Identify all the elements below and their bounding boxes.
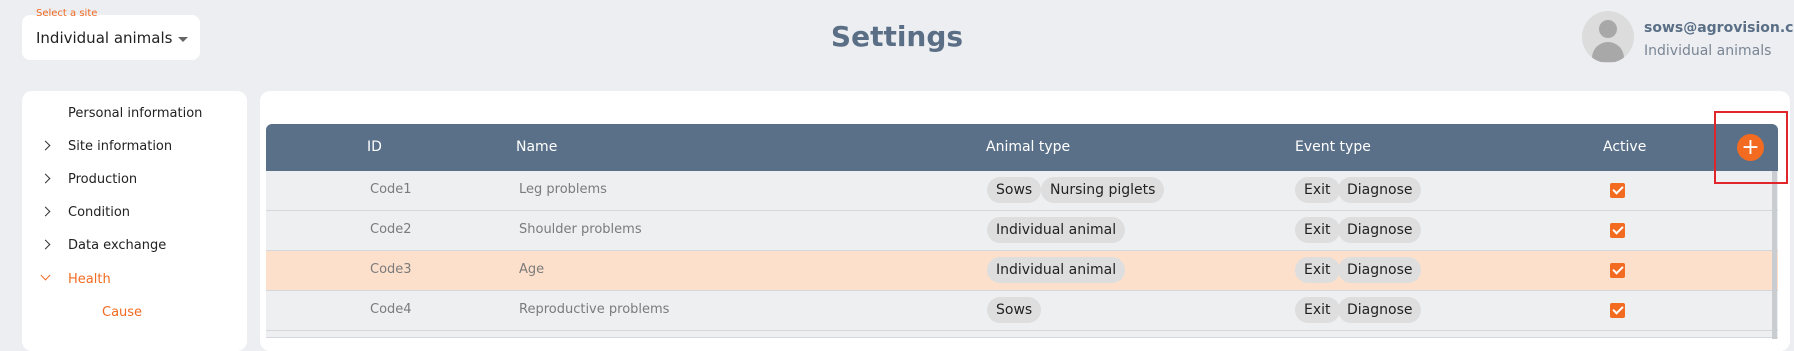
sidebar: Personal information Site information Pr…	[22, 91, 247, 351]
site-select-label: Select a site	[36, 8, 98, 19]
sidebar-subitem-cause[interactable]: Cause	[102, 305, 142, 320]
sidebar-item-label: Personal information	[68, 106, 203, 121]
causes-table: ID Name Animal type Event type Active Co…	[266, 124, 1778, 338]
event-type-chip: Exit	[1295, 297, 1340, 323]
sidebar-item-condition[interactable]: Condition	[22, 202, 247, 226]
user-icon	[1599, 20, 1617, 38]
active-checkbox[interactable]	[1610, 263, 1625, 278]
active-checkbox[interactable]	[1610, 183, 1625, 198]
event-type-chip: Exit	[1295, 177, 1340, 203]
animal-type-chip: Individual animal	[987, 257, 1126, 283]
table-row	[266, 331, 1778, 338]
sidebar-item-site-information[interactable]: Site information	[22, 136, 247, 160]
column-header-event-type[interactable]: Event type	[1295, 139, 1371, 155]
table-row[interactable]: Code4 Reproductive problems Sows Exit Di…	[266, 291, 1778, 331]
sidebar-item-personal-information[interactable]: Personal information	[22, 103, 247, 127]
chevron-right-icon	[40, 239, 51, 250]
user-site: Individual animals	[1644, 43, 1772, 59]
chevron-down-icon	[40, 270, 51, 281]
row-name: Age	[519, 262, 545, 277]
highlight-annotation	[1714, 111, 1788, 184]
page-title: Settings	[830, 20, 964, 53]
animal-type-chip: Sows	[987, 297, 1042, 323]
row-name: Reproductive problems	[519, 302, 670, 317]
table-header: ID Name Animal type Event type Active	[266, 124, 1778, 171]
event-type-chip: Diagnose	[1338, 297, 1422, 323]
column-header-name[interactable]: Name	[516, 139, 557, 155]
chevron-right-icon	[40, 206, 51, 217]
animal-type-chip: Sows	[987, 177, 1042, 203]
event-type-chip: Diagnose	[1338, 177, 1422, 203]
sidebar-item-label: Health	[68, 272, 111, 287]
active-checkbox[interactable]	[1610, 303, 1625, 318]
sidebar-item-health[interactable]: Health	[22, 269, 247, 293]
table-row[interactable]: Code3 Age Individual animal Exit Diagnos…	[266, 251, 1778, 291]
event-type-chip: Diagnose	[1338, 257, 1422, 283]
row-name: Leg problems	[519, 182, 607, 197]
sidebar-item-label: Production	[68, 172, 138, 187]
sidebar-item-data-exchange[interactable]: Data exchange	[22, 235, 247, 259]
chevron-right-icon	[40, 140, 51, 151]
sidebar-item-label: Data exchange	[68, 238, 167, 253]
row-name: Shoulder problems	[519, 222, 642, 237]
row-id: Code4	[370, 302, 412, 317]
row-id: Code3	[370, 262, 412, 277]
sidebar-item-label: Condition	[68, 205, 131, 220]
column-header-active[interactable]: Active	[1603, 139, 1646, 155]
event-type-chip: Exit	[1295, 257, 1340, 283]
column-header-id[interactable]: ID	[367, 139, 382, 155]
active-checkbox[interactable]	[1610, 223, 1625, 238]
avatar[interactable]	[1582, 11, 1634, 63]
row-id: Code1	[370, 182, 412, 197]
user-email: sows@agrovision.com	[1644, 20, 1794, 36]
table-row[interactable]: Code1 Leg problems Sows Nursing piglets …	[266, 171, 1778, 211]
chevron-right-icon	[40, 173, 51, 184]
animal-type-chip: Nursing piglets	[1041, 177, 1165, 203]
animal-type-chip: Individual animal	[987, 217, 1126, 243]
table-row[interactable]: Code2 Shoulder problems Individual anima…	[266, 211, 1778, 251]
event-type-chip: Exit	[1295, 217, 1340, 243]
column-header-animal-type[interactable]: Animal type	[986, 139, 1070, 155]
event-type-chip: Diagnose	[1338, 217, 1422, 243]
row-id: Code2	[370, 222, 412, 237]
sidebar-item-label: Site information	[68, 139, 173, 154]
table-scrollbar[interactable]	[1772, 171, 1777, 339]
sidebar-item-production[interactable]: Production	[22, 169, 247, 193]
